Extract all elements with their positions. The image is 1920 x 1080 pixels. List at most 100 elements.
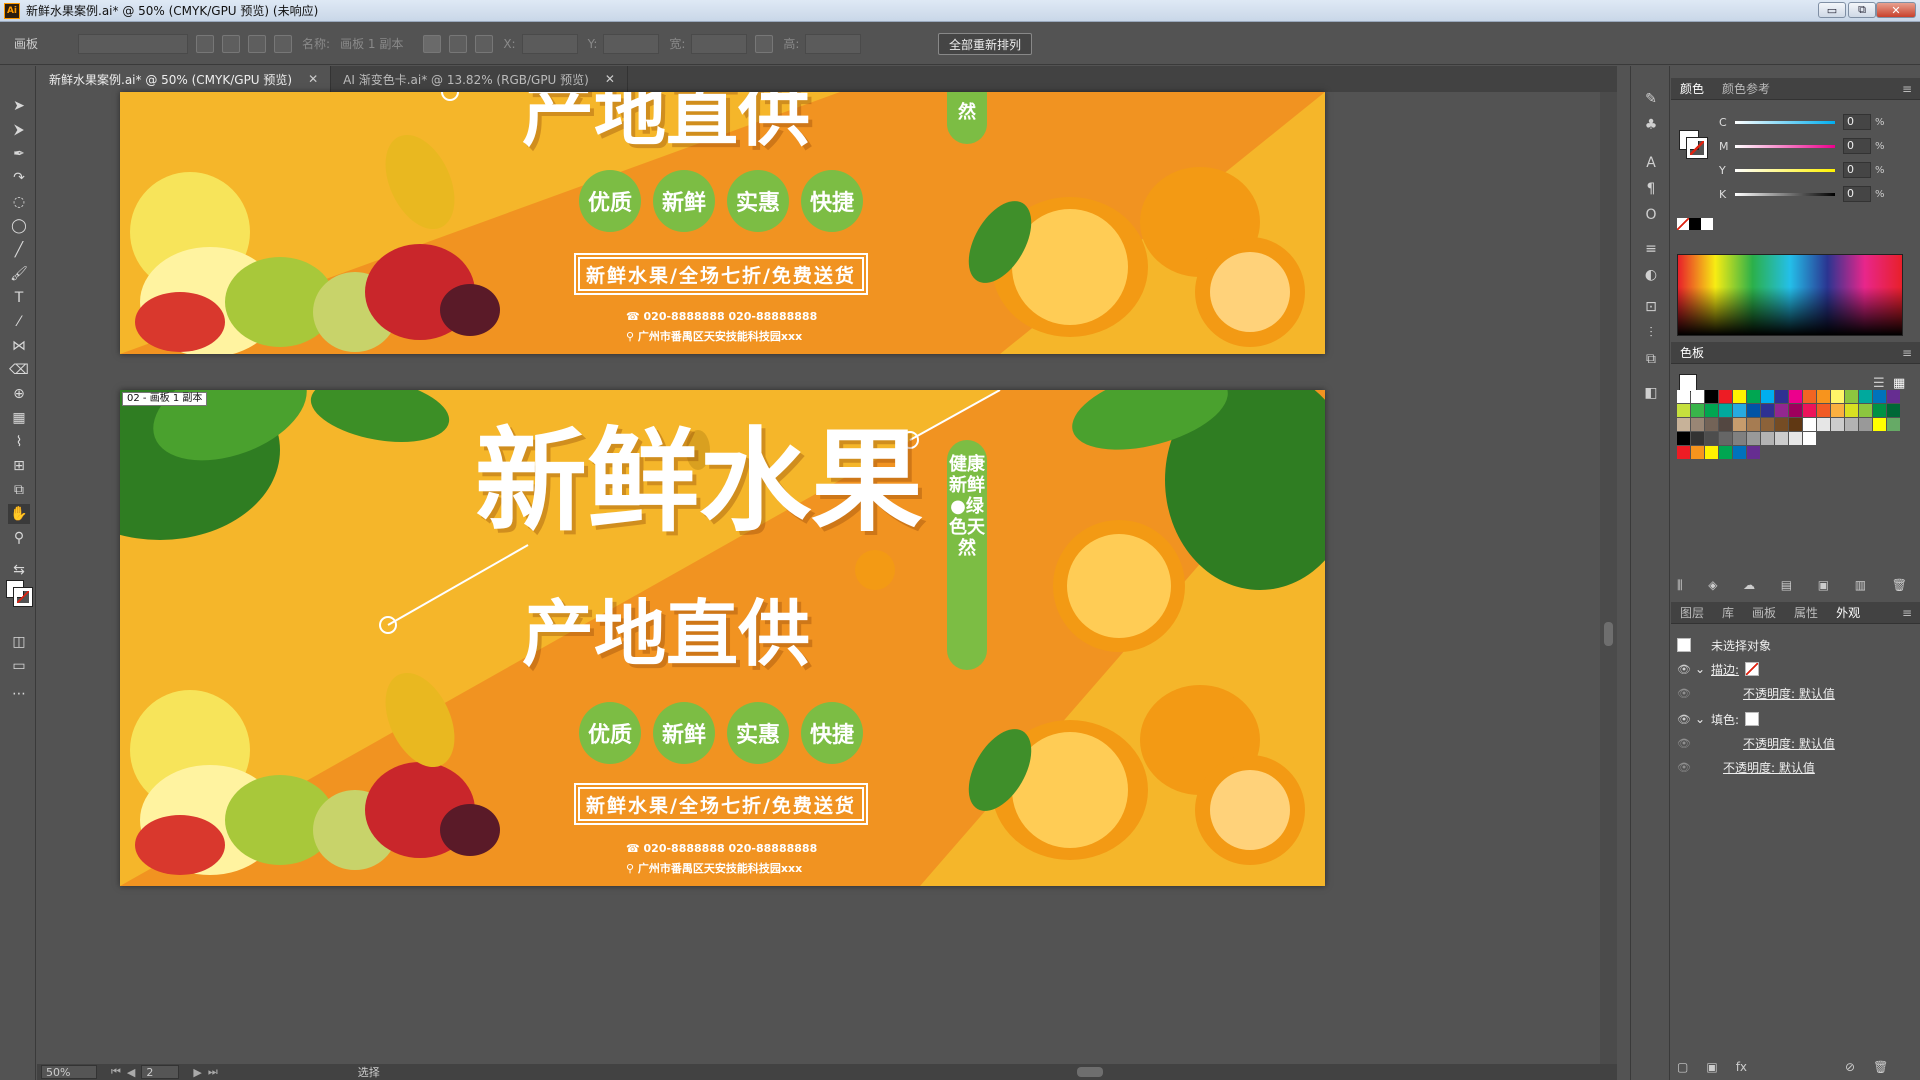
channel-m[interactable]: M 0 % xyxy=(1719,136,1885,156)
symbols-panel-icon[interactable]: ♣ xyxy=(1641,116,1661,134)
color-swatch[interactable] xyxy=(1817,418,1830,431)
color-swatch[interactable] xyxy=(1887,390,1900,403)
artboard-1[interactable]: 产地直供 然 优质 新鲜 实惠 快捷 新鲜水果/全场七折/免费送货 ☎ 020-… xyxy=(120,92,1325,354)
chevron-down-icon[interactable]: ⌄ xyxy=(1695,662,1711,676)
color-swatch[interactable] xyxy=(1677,446,1690,459)
opacity-label[interactable]: 不透明度: 默认值 xyxy=(1743,685,1835,702)
artboard-label[interactable]: 02 - 画板 1 副本 xyxy=(122,392,208,406)
color-swatch[interactable] xyxy=(1691,390,1704,403)
color-swatch[interactable] xyxy=(1719,418,1732,431)
eye-icon[interactable]: 👁 xyxy=(1677,713,1695,726)
color-swatch[interactable] xyxy=(1747,404,1760,417)
fill-row[interactable]: 👁 ⌄ 填色: xyxy=(1677,708,1913,730)
color-swatch[interactable] xyxy=(1803,418,1816,431)
channel-y[interactable]: Y 0 % xyxy=(1719,160,1885,180)
color-swatch[interactable] xyxy=(1761,404,1774,417)
eraser-tool-icon[interactable]: ⌫ xyxy=(8,360,30,380)
line-tool-icon[interactable]: ╱ xyxy=(8,240,30,260)
scroll-thumb[interactable] xyxy=(1604,622,1613,646)
color-swatch[interactable] xyxy=(1859,418,1872,431)
y-field[interactable] xyxy=(603,33,660,54)
color-swatch[interactable] xyxy=(1789,390,1802,403)
m-value[interactable]: 0 xyxy=(1843,138,1871,154)
selection-tool-icon[interactable]: ➤ xyxy=(8,96,30,116)
trash-icon[interactable]: 🗑 xyxy=(1873,1060,1888,1074)
eyedropper-tool-icon[interactable]: ⁄ xyxy=(8,312,30,332)
color-swatch[interactable] xyxy=(1873,418,1886,431)
stroke-swatch-icon[interactable] xyxy=(1745,662,1760,676)
color-swatch[interactable] xyxy=(1845,404,1858,417)
new-color-group-icon[interactable]: ▤ xyxy=(1781,578,1792,593)
c-slider[interactable] xyxy=(1735,120,1835,124)
more-tools-icon[interactable]: ⋯ xyxy=(8,684,30,704)
color-swatch[interactable] xyxy=(1789,418,1802,431)
x-field[interactable] xyxy=(521,33,578,54)
grid-view-icon[interactable]: ▦ xyxy=(1893,376,1905,391)
landscape-icon[interactable] xyxy=(222,34,241,53)
tab-fresh-fruit[interactable]: 新鲜水果案例.ai* @ 50% (CMYK/GPU 预览) ✕ xyxy=(37,66,332,92)
none-swatch[interactable] xyxy=(1677,218,1689,230)
color-swatch[interactable] xyxy=(1705,404,1718,417)
stroke-panel-icon[interactable]: ≡ xyxy=(1641,240,1661,258)
slice-tool-icon[interactable]: ⧉ xyxy=(8,480,30,500)
folder-icon[interactable]: ▥ xyxy=(1855,578,1866,593)
color-swatch[interactable] xyxy=(1887,404,1900,417)
character-panel-icon[interactable]: A xyxy=(1641,154,1661,172)
restore-button[interactable]: ⧉ xyxy=(1848,2,1876,18)
tab-artboards[interactable]: 画板 xyxy=(1743,604,1785,621)
color-swatch[interactable] xyxy=(1719,404,1732,417)
next-artboard-icon[interactable]: ▶ xyxy=(193,1066,201,1079)
tab-libraries[interactable]: 库 xyxy=(1713,604,1743,621)
clear-appearance-icon[interactable]: ⊘ xyxy=(1845,1060,1855,1074)
move-artwork-icon[interactable] xyxy=(423,34,442,53)
eye-icon[interactable]: 👁 xyxy=(1677,663,1695,676)
paragraph-panel-icon[interactable]: ¶ xyxy=(1641,180,1661,198)
type-tool-icon[interactable]: T xyxy=(8,288,30,308)
color-swatch[interactable] xyxy=(1691,432,1704,445)
color-swatch[interactable] xyxy=(1719,432,1732,445)
align-panel-icon[interactable]: ⫶ xyxy=(1641,324,1661,342)
color-swatch[interactable] xyxy=(1775,404,1788,417)
fx-icon[interactable]: fx xyxy=(1736,1060,1747,1074)
fill-swatch-icon[interactable] xyxy=(1745,712,1760,726)
color-swatch[interactable] xyxy=(1845,418,1858,431)
color-swatch[interactable] xyxy=(1831,404,1844,417)
gradient-tool-icon[interactable]: ▦ xyxy=(8,408,30,428)
opacity-label[interactable]: 不透明度: 默认值 xyxy=(1723,759,1815,776)
reflect-tool-icon[interactable]: ⋈ xyxy=(8,336,30,356)
fill-label[interactable]: 填色: xyxy=(1711,711,1739,728)
color-stroke-swatch[interactable] xyxy=(1686,137,1708,159)
opacity-label[interactable]: 不透明度: 默认值 xyxy=(1743,735,1835,752)
eye-icon[interactable]: 👁 xyxy=(1677,737,1695,750)
color-swatch[interactable] xyxy=(1761,390,1774,403)
shape-builder-tool-icon[interactable]: ⊕ xyxy=(8,384,30,404)
black-swatch[interactable] xyxy=(1689,218,1701,230)
color-swatch[interactable] xyxy=(1705,418,1718,431)
swatch-libraries-icon[interactable]: ⫼ xyxy=(1677,578,1683,593)
color-swatch[interactable] xyxy=(1831,418,1844,431)
delete-artboard-icon[interactable] xyxy=(274,34,293,53)
swatch-grid[interactable] xyxy=(1677,390,1903,460)
color-swatch[interactable] xyxy=(1775,390,1788,403)
m-slider[interactable] xyxy=(1735,144,1835,148)
color-swatch[interactable] xyxy=(1761,432,1774,445)
add-fill-icon[interactable]: ▣ xyxy=(1706,1060,1717,1074)
color-swatch[interactable] xyxy=(1859,390,1872,403)
color-swatch[interactable] xyxy=(1677,418,1690,431)
fill-opacity-row[interactable]: 👁 不透明度: 默认值 xyxy=(1677,732,1913,754)
new-swatch-icon[interactable]: ▣ xyxy=(1818,578,1829,593)
ellipse-tool-icon[interactable]: ◯ xyxy=(8,216,30,236)
stroke-label[interactable]: 描边: xyxy=(1711,661,1739,678)
tab-layers[interactable]: 图层 xyxy=(1671,604,1713,621)
color-swatch[interactable] xyxy=(1761,418,1774,431)
color-swatch[interactable] xyxy=(1705,390,1718,403)
object-opacity-row[interactable]: 👁 不透明度: 默认值 xyxy=(1677,756,1913,778)
color-swatch[interactable] xyxy=(1719,390,1732,403)
tab-properties[interactable]: 属性 xyxy=(1785,604,1827,621)
color-swatch[interactable] xyxy=(1677,404,1690,417)
color-swatch[interactable] xyxy=(1733,446,1746,459)
vertical-scrollbar[interactable] xyxy=(1600,92,1617,1064)
zoom-tool-icon[interactable]: ⚲ xyxy=(8,528,30,548)
brush-panel-icon[interactable]: ✎ xyxy=(1641,90,1661,108)
color-swatch[interactable] xyxy=(1677,432,1690,445)
